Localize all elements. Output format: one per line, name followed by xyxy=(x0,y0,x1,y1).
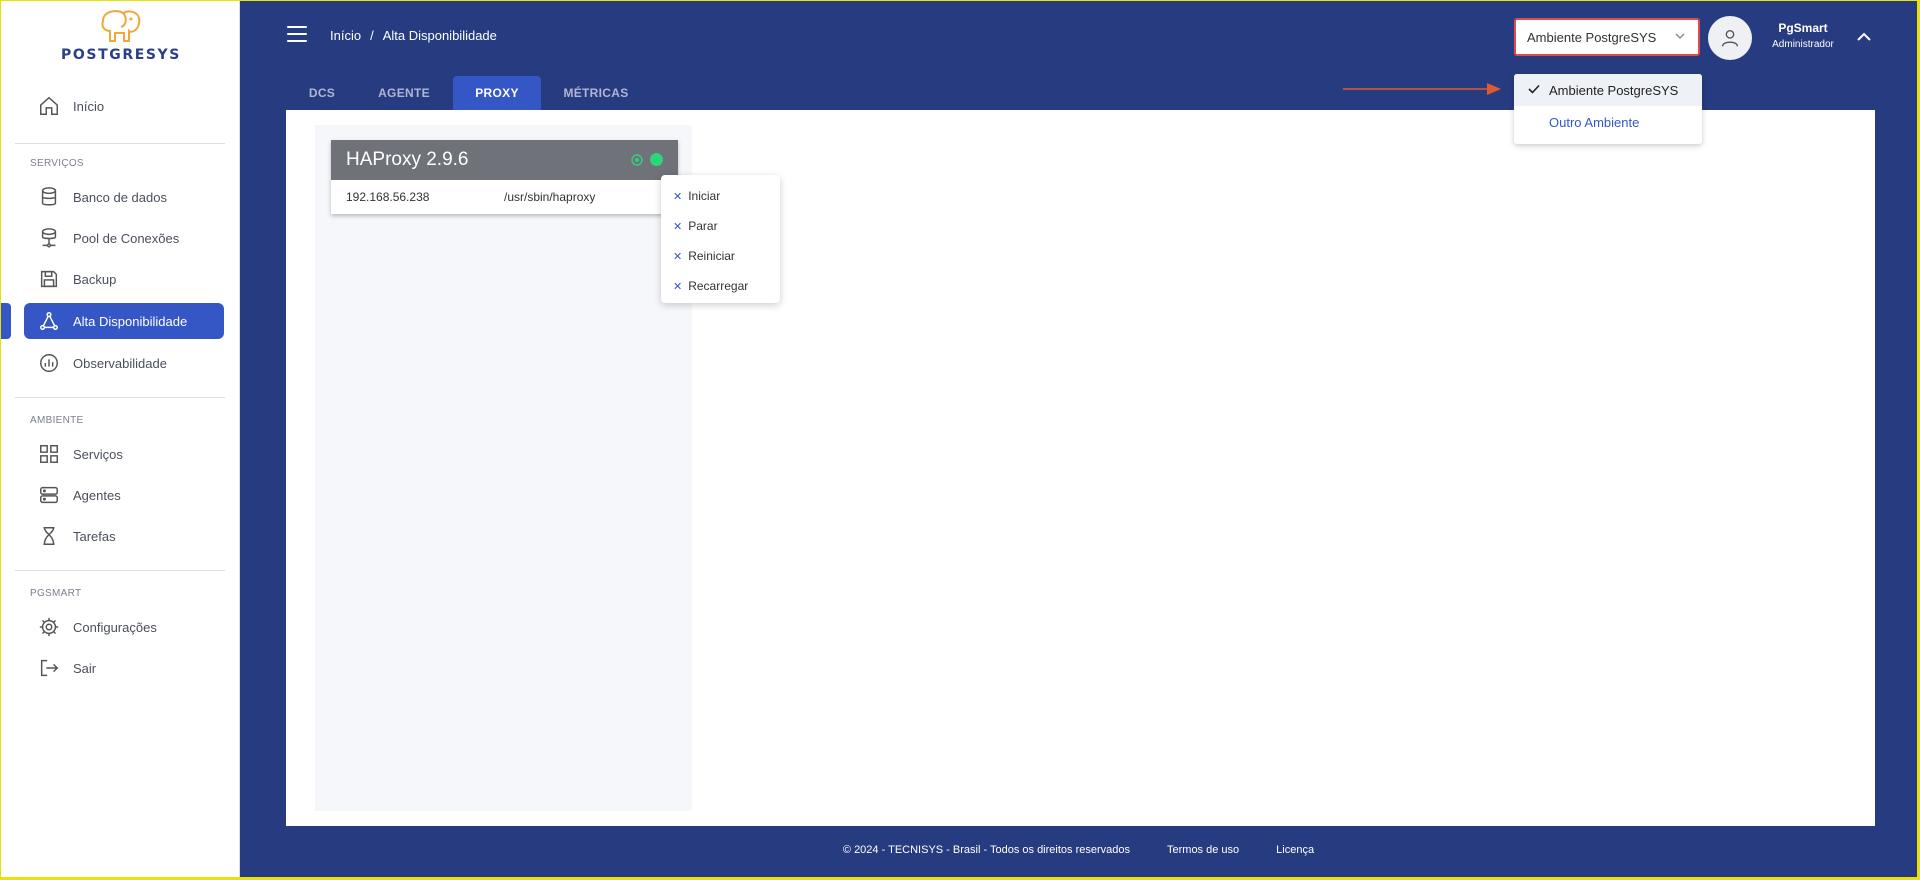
connection-pool-icon xyxy=(37,226,61,250)
close-icon: ✕ xyxy=(673,250,683,263)
sidebar-item-label: Observabilidade xyxy=(73,355,167,371)
sidebar-item-agents[interactable]: Agentes xyxy=(24,477,224,513)
option-label: Ambiente PostgreSYS xyxy=(1549,82,1679,98)
environment-select-value: Ambiente PostgreSYS xyxy=(1527,29,1657,45)
section-label-services: SERVIÇOS xyxy=(30,158,84,169)
footer-license-link[interactable]: Licença xyxy=(1276,844,1314,856)
server-icon xyxy=(37,483,61,507)
action-restart[interactable]: ✕ Reiniciar xyxy=(661,241,780,271)
menu-toggle-icon[interactable] xyxy=(287,26,307,42)
chart-icon xyxy=(37,351,61,375)
proxy-card-body: 192.168.56.238 /usr/sbin/haproxy xyxy=(331,180,678,214)
cluster-icon xyxy=(37,309,61,333)
action-stop[interactable]: ✕ Parar xyxy=(661,211,780,241)
sidebar-item-logout[interactable]: Sair xyxy=(24,650,224,686)
action-label: Reiniciar xyxy=(688,249,735,263)
sidebar-item-observability[interactable]: Observabilidade xyxy=(24,345,224,381)
divider xyxy=(15,397,225,398)
breadcrumb-current: Alta Disponibilidade xyxy=(382,28,497,43)
healthy-icon xyxy=(631,153,643,166)
sidebar: POSTGRESYS Início SERVIÇOS Banco de dado… xyxy=(1,1,240,877)
section-label-pgsmart: PGSMART xyxy=(30,588,82,599)
sidebar-item-databases[interactable]: Banco de dados xyxy=(24,179,224,215)
breadcrumb-home[interactable]: Início xyxy=(330,28,361,43)
avatar[interactable] xyxy=(1708,16,1752,60)
proxy-status xyxy=(631,153,663,166)
database-icon xyxy=(37,185,61,209)
sidebar-item-home[interactable]: Início xyxy=(24,88,224,124)
sidebar-item-label: Banco de dados xyxy=(73,189,167,205)
environment-option-other[interactable]: Outro Ambiente xyxy=(1514,106,1702,138)
sidebar-item-label: Pool de Conexões xyxy=(73,230,180,246)
sidebar-item-tasks[interactable]: Tarefas xyxy=(24,518,224,554)
proxy-path: /usr/sbin/haproxy xyxy=(504,190,596,204)
user-name: PgSmart xyxy=(1778,21,1828,35)
elephant-logo-icon xyxy=(101,10,141,42)
sidebar-item-label: Agentes xyxy=(73,487,121,503)
footer-copyright: © 2024 - TECNISYS - Brasil - Todos os di… xyxy=(842,844,1130,856)
environment-dropdown: Ambiente PostgreSYS Outro Ambiente xyxy=(1514,74,1702,144)
breadcrumb: Início / Alta Disponibilidade xyxy=(330,28,497,43)
close-icon: ✕ xyxy=(673,280,683,293)
home-icon xyxy=(37,94,61,118)
check-icon xyxy=(1522,83,1546,98)
logo-text: POSTGRESYS xyxy=(61,47,181,63)
main-panel: HAProxy 2.9.6 192.168.56.238 /usr/sbin/h… xyxy=(286,110,1875,826)
chevron-down-icon xyxy=(1674,30,1686,45)
breadcrumb-separator: / xyxy=(370,28,374,43)
tab-metrics[interactable]: MÉTRICAS xyxy=(554,76,638,110)
proxy-title: HAProxy 2.9.6 xyxy=(346,149,469,170)
action-reload[interactable]: ✕ Recarregar xyxy=(661,271,780,301)
tab-proxy[interactable]: PROXY xyxy=(453,76,541,110)
action-label: Parar xyxy=(688,219,718,233)
logout-icon xyxy=(37,656,61,680)
sidebar-item-label: Backup xyxy=(73,271,117,287)
tab-dcs[interactable]: DCS xyxy=(292,76,352,110)
chevron-up-icon[interactable] xyxy=(1856,30,1872,48)
divider xyxy=(15,143,225,144)
footer: © 2024 - TECNISYS - Brasil - Todos os di… xyxy=(240,844,1917,856)
sidebar-item-high-availability[interactable]: Alta Disponibilidade xyxy=(24,303,224,339)
sidebar-item-connection-pool[interactable]: Pool de Conexões xyxy=(24,220,224,256)
divider xyxy=(15,570,225,571)
status-dot xyxy=(650,153,663,166)
section-label-environment: AMBIENTE xyxy=(30,415,84,426)
grid-icon xyxy=(37,442,61,466)
user-icon xyxy=(1721,29,1739,47)
sidebar-item-label: Tarefas xyxy=(73,528,116,544)
sidebar-item-services[interactable]: Serviços xyxy=(24,436,224,472)
sidebar-item-label: Início xyxy=(73,98,105,114)
action-label: Iniciar xyxy=(688,189,721,203)
save-icon xyxy=(37,267,61,291)
proxy-card[interactable]: HAProxy 2.9.6 192.168.56.238 /usr/sbin/h… xyxy=(331,140,678,214)
annotation-arrow-icon xyxy=(1343,83,1501,95)
sidebar-item-settings[interactable]: Configurações xyxy=(24,609,224,645)
proxy-card-header: HAProxy 2.9.6 xyxy=(331,140,678,180)
action-label: Recarregar xyxy=(688,279,749,293)
close-icon: ✕ xyxy=(673,190,683,203)
sidebar-item-label: Sair xyxy=(73,660,97,676)
footer-terms-link[interactable]: Termos de uso xyxy=(1167,844,1239,856)
hourglass-icon xyxy=(37,524,61,548)
sidebar-item-backup[interactable]: Backup xyxy=(24,261,224,297)
gear-icon xyxy=(37,615,61,639)
active-indicator xyxy=(1,303,11,339)
sidebar-item-label: Alta Disponibilidade xyxy=(73,313,188,329)
logo[interactable]: POSTGRESYS xyxy=(39,7,203,65)
tab-agent[interactable]: AGENTE xyxy=(364,76,444,110)
close-icon: ✕ xyxy=(673,220,683,233)
environment-select[interactable]: Ambiente PostgreSYS xyxy=(1514,18,1700,56)
app-frame: POSTGRESYS Início SERVIÇOS Banco de dado… xyxy=(1,1,1917,877)
proxy-column xyxy=(315,125,692,811)
proxy-action-menu: ✕ Iniciar ✕ Parar ✕ Reiniciar ✕ Recarregar xyxy=(661,175,780,303)
user-role: Administrador xyxy=(1772,39,1834,50)
environment-option-postgresys[interactable]: Ambiente PostgreSYS xyxy=(1514,74,1702,106)
sidebar-item-label: Serviços xyxy=(73,446,123,462)
action-start[interactable]: ✕ Iniciar xyxy=(661,181,780,211)
sidebar-item-label: Configurações xyxy=(73,619,157,635)
proxy-ip: 192.168.56.238 xyxy=(346,190,430,204)
